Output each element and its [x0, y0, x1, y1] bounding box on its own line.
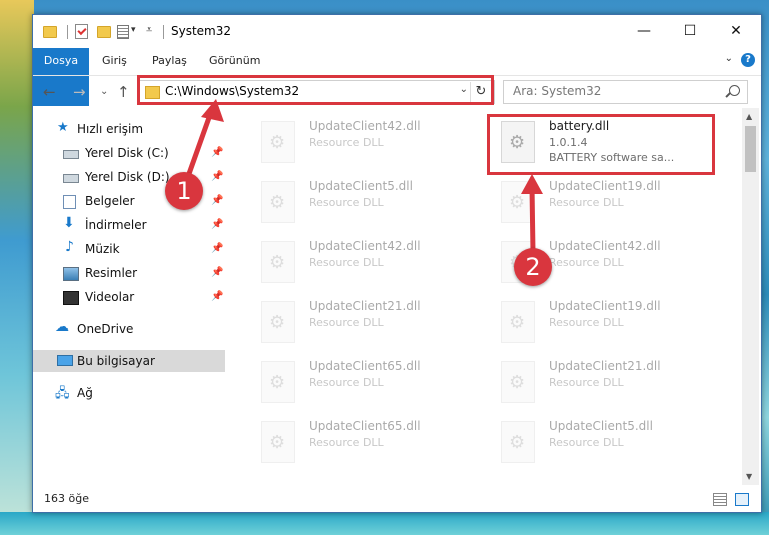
arrow-2-head [521, 174, 543, 194]
arrow-1-head [201, 99, 224, 122]
annotation-arrows [182, 99, 543, 253]
step-2-badge: 2 [514, 248, 552, 286]
arrow-2-line [529, 187, 536, 253]
step-1-badge: 1 [165, 172, 203, 210]
